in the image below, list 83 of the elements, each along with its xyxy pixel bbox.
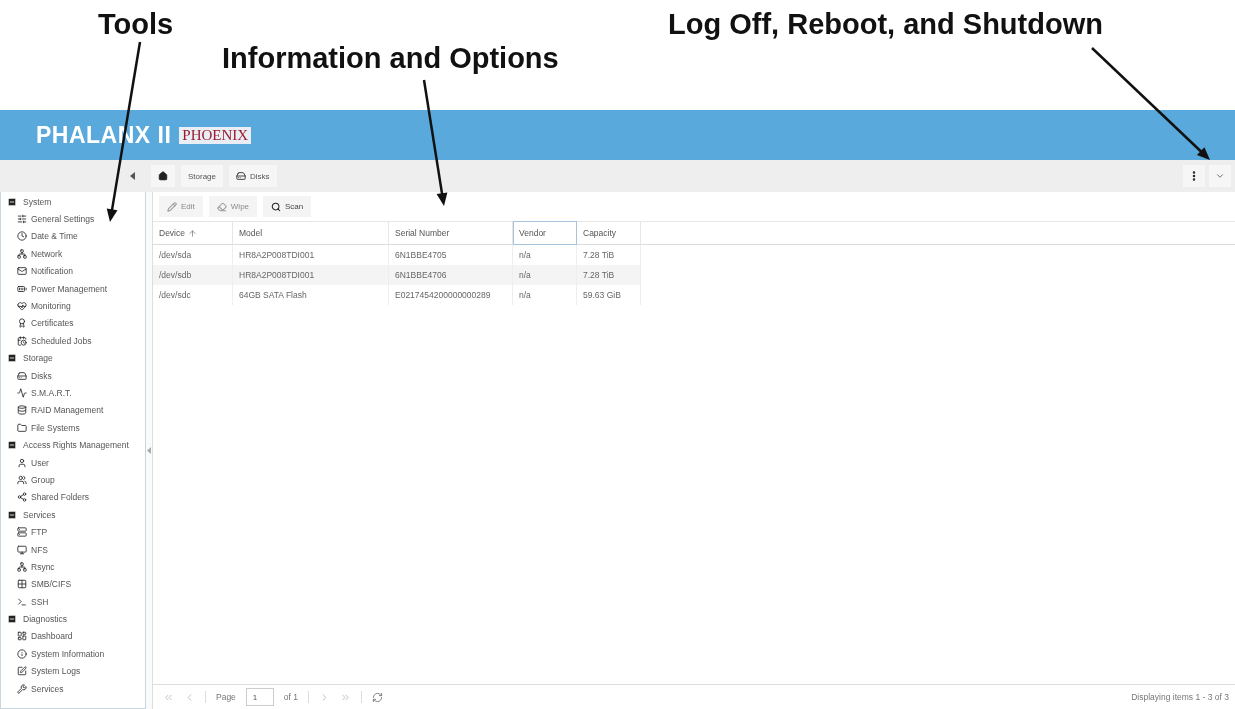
sidebar-item[interactable]: FTP <box>7 523 145 541</box>
sidebar-group[interactable]: Diagnostics <box>7 610 145 628</box>
dashboard-icon <box>17 631 27 642</box>
network-icon <box>17 248 27 259</box>
annotation-label: Log Off, Reboot, and Shutdown <box>668 8 1103 41</box>
sidebar-item[interactable]: Network <box>7 245 145 263</box>
sidebar-item[interactable]: SMB/CIFS <box>7 575 145 593</box>
annotation-label: Information and Options <box>222 42 559 75</box>
caret-icon <box>1215 171 1225 181</box>
sidebar-item[interactable]: NFS <box>7 540 145 559</box>
home-button[interactable] <box>151 165 175 187</box>
share-icon <box>17 492 27 503</box>
sidebar-item[interactable]: Power Management <box>7 279 145 298</box>
column-header[interactable]: Vendor <box>513 221 577 245</box>
sidebar-group[interactable]: Access Rights Management <box>7 436 145 454</box>
page-count: of 1 <box>283 692 299 702</box>
pencil-icon <box>167 201 177 212</box>
search-icon <box>271 201 282 212</box>
sliders-icon <box>17 214 27 225</box>
sidebar-item[interactable]: System Logs <box>7 662 145 680</box>
edit-icon <box>17 666 27 677</box>
sidebar-item[interactable]: Date & Time <box>7 227 145 246</box>
battery-icon <box>17 283 27 294</box>
pager-status: Displaying items 1 - 3 of 3 <box>1131 692 1229 702</box>
column-header[interactable]: Model <box>233 221 389 245</box>
clock-icon <box>17 231 27 242</box>
sidebar-item[interactable]: System Information <box>7 645 145 663</box>
sidebar-item[interactable]: RAID Management <box>7 401 145 420</box>
sidebar-item[interactable]: S.M.A.R.T. <box>7 384 145 402</box>
heart-pulse-icon <box>17 301 27 312</box>
sidebar-item[interactable]: Shared Folders <box>7 488 145 507</box>
breadcrumb-item[interactable]: Storage <box>181 165 224 187</box>
info-icon <box>17 648 27 659</box>
folder-icon <box>17 422 27 433</box>
menu-button[interactable] <box>1183 165 1205 187</box>
sidebar-item[interactable]: Services <box>7 679 145 698</box>
server-icon <box>17 527 27 538</box>
sidebar-item[interactable]: Certificates <box>7 314 145 333</box>
user-icon <box>17 457 27 468</box>
table-cell: 7.28 TiB <box>577 265 641 285</box>
sidebar-item[interactable]: Rsync <box>7 558 145 576</box>
sidebar-item[interactable]: User <box>7 453 145 472</box>
wrench-icon <box>17 683 27 694</box>
sidebar-group[interactable]: System <box>7 193 145 211</box>
table-cell: HR8A2P008TDI001 <box>233 265 389 285</box>
certificate-icon <box>17 318 27 329</box>
scan-button[interactable]: Scan <box>263 196 312 217</box>
table-cell: /dev/sdb <box>153 265 233 285</box>
sidebar-group[interactable]: Storage <box>7 349 145 367</box>
sidebar-item[interactable]: Dashboard <box>7 627 145 646</box>
sidebar-item[interactable]: General Settings <box>7 210 145 228</box>
sidebar-item[interactable]: Scheduled Jobs <box>7 332 145 350</box>
sidebar-item[interactable]: Group <box>7 471 145 489</box>
home-icon <box>158 171 168 181</box>
envelope-icon <box>17 266 27 277</box>
database-icon <box>17 405 27 416</box>
splitter-handle-icon[interactable] <box>147 447 151 454</box>
page-label: Page <box>216 692 236 702</box>
sidebar-item[interactable]: SSH <box>7 593 145 611</box>
column-header[interactable]: Device <box>153 221 233 245</box>
sidebar-item[interactable]: File Systems <box>7 419 145 437</box>
annotation-label: Tools <box>98 8 174 41</box>
sort-arrow-icon <box>188 228 197 238</box>
sidebar-item[interactable]: Monitoring <box>7 297 145 315</box>
collapse-icon[interactable] <box>130 172 135 180</box>
monitor-icon <box>17 544 27 555</box>
eraser-icon <box>216 201 227 212</box>
breadcrumb-item[interactable]: Disks <box>229 165 277 187</box>
users-icon <box>17 474 27 485</box>
sidebar-item[interactable]: Disks <box>7 366 145 385</box>
pulse-icon <box>17 388 27 398</box>
windows-grid-icon <box>17 579 27 590</box>
calendar-clock-icon <box>17 335 27 346</box>
sidebar-item[interactable]: Notification <box>7 262 145 280</box>
refresh-icon[interactable] <box>372 691 384 703</box>
network-icon <box>17 561 27 572</box>
table-cell: 6N1BBE4706 <box>389 265 513 285</box>
column-header[interactable]: Serial Number <box>389 221 513 245</box>
terminal-icon <box>17 596 27 607</box>
table-cell: n/a <box>513 265 577 285</box>
page-field[interactable]: 1 <box>245 688 274 706</box>
logo: PHOENIX <box>179 126 252 144</box>
sidebar-group[interactable]: Services <box>7 506 145 524</box>
